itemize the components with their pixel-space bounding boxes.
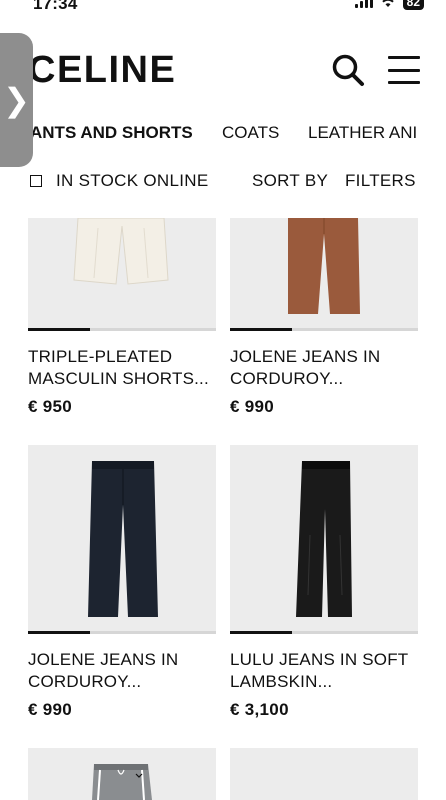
black-leather-jeans-image xyxy=(296,461,352,617)
search-button[interactable] xyxy=(330,52,366,88)
image-carousel-progress xyxy=(230,328,418,331)
signal-icon xyxy=(354,0,373,8)
product-image[interactable] xyxy=(28,218,216,328)
status-time: 17:34 xyxy=(33,0,78,13)
tab-coats[interactable]: COATS xyxy=(222,122,279,144)
site-header: CELINE xyxy=(0,40,446,110)
image-carousel-progress xyxy=(230,631,418,634)
product-card[interactable]: JOLENE JEANS IN CORDUROY... € 990 xyxy=(230,218,418,418)
product-card[interactable]: LULU JEANS IN SOFT LAMBSKIN... € 3,100 xyxy=(230,445,418,725)
product-image[interactable] xyxy=(28,445,216,631)
product-image[interactable] xyxy=(230,748,418,800)
product-card[interactable]: JOLENE JEANS IN CORDUROY... € 990 xyxy=(28,445,216,725)
image-carousel-progress xyxy=(28,631,216,634)
carousel-progress-fill xyxy=(230,328,293,331)
tab-pants-and-shorts[interactable]: ANTS AND SHORTS xyxy=(30,122,193,144)
sort-by-button[interactable]: SORT BY xyxy=(252,171,328,191)
navy-corduroy-jeans-image xyxy=(88,461,158,617)
in-stock-checkbox[interactable] xyxy=(30,175,42,187)
product-image[interactable] xyxy=(230,445,418,631)
category-tabs: ANTS AND SHORTS COATS LEATHER ANI xyxy=(0,122,446,148)
product-name-line1[interactable]: JOLENE JEANS IN xyxy=(230,346,430,368)
battery-icon: 82 xyxy=(402,0,424,10)
carousel-progress-fill xyxy=(28,328,91,331)
product-price: € 950 xyxy=(28,397,73,416)
product-name-line2[interactable]: CORDUROY... xyxy=(230,368,430,390)
product-grid: TRIPLE-PLEATED MASCULIN SHORTS... € 950 … xyxy=(0,218,446,800)
filters-button[interactable]: FILTERS xyxy=(345,171,416,191)
status-icons: 82 xyxy=(354,0,424,10)
product-image[interactable] xyxy=(28,748,216,800)
product-price: € 3,100 xyxy=(230,700,289,719)
product-price: € 990 xyxy=(28,700,73,719)
brand-logo[interactable]: CELINE xyxy=(28,50,176,90)
product-name-line2[interactable]: CORDUROY... xyxy=(28,671,228,693)
product-image[interactable] xyxy=(230,218,418,328)
image-carousel-progress xyxy=(28,328,216,331)
tab-leather[interactable]: LEATHER ANI xyxy=(308,122,417,144)
product-card[interactable]: TRIPLE-PLEATED MASCULIN SHORTS... € 950 xyxy=(28,218,216,418)
chevron-right-icon: ❯ xyxy=(3,82,30,118)
product-name-line1[interactable]: JOLENE JEANS IN xyxy=(28,649,228,671)
menu-icon[interactable] xyxy=(388,54,420,86)
product-name-line1[interactable]: TRIPLE-PLEATED xyxy=(28,346,228,368)
search-icon xyxy=(332,54,364,86)
filter-bar: IN STOCK ONLINE SORT BY FILTERS xyxy=(0,170,446,194)
wifi-icon xyxy=(381,0,394,7)
cream-shorts-image xyxy=(73,218,169,285)
side-drawer-tab[interactable]: ❯ xyxy=(0,33,33,167)
product-name-line2[interactable]: MASCULIN SHORTS... xyxy=(28,368,228,390)
grey-track-pants-image xyxy=(92,764,152,800)
status-bar: 17:34 82 xyxy=(0,0,446,14)
product-name-line1[interactable]: LULU JEANS IN SOFT xyxy=(230,649,430,671)
carousel-progress-fill xyxy=(28,631,91,634)
carousel-progress-fill xyxy=(230,631,293,634)
product-price: € 990 xyxy=(230,397,275,416)
product-name-line2[interactable]: LAMBSKIN... xyxy=(230,671,430,693)
brown-corduroy-jeans-image xyxy=(288,218,360,314)
product-card[interactable] xyxy=(28,748,216,800)
in-stock-label[interactable]: IN STOCK ONLINE xyxy=(56,171,209,191)
product-card[interactable] xyxy=(230,748,418,800)
